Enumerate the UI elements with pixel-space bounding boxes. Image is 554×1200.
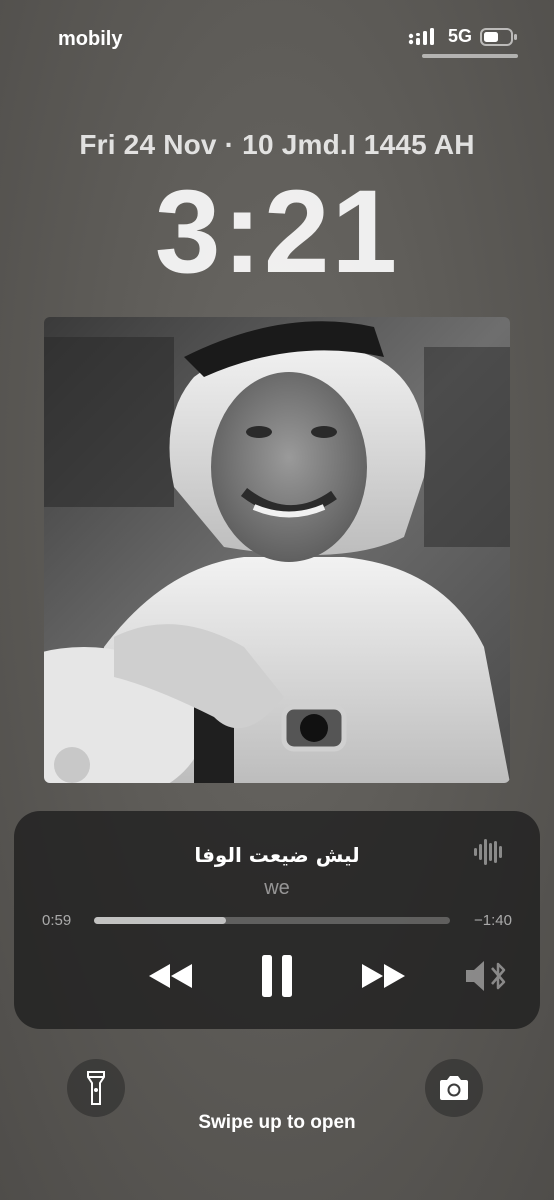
now-playing-widget: ليش ضيعت الوفا we 0:59 −1:40: [14, 811, 540, 1029]
remaining-time: −1:40: [474, 912, 512, 929]
network-type: 5G: [447, 26, 472, 46]
flashlight-button[interactable]: [67, 1059, 125, 1117]
camera-icon: [440, 1076, 468, 1100]
swipe-up-hint: Swipe up to open: [198, 1112, 356, 1133]
album-artwork[interactable]: [44, 317, 510, 783]
song-title: ليش ضيعت الوفا: [194, 843, 360, 867]
battery-icon: [480, 27, 517, 46]
playback-progress: [94, 917, 226, 924]
playback-scrubber[interactable]: [94, 917, 450, 924]
lock-screen-time: 3:21: [154, 166, 400, 298]
pause-button[interactable]: [254, 955, 300, 997]
status-indicators: 5G: [408, 26, 518, 47]
status-bar: mobily 5G: [0, 0, 554, 70]
rewind-button[interactable]: [144, 955, 198, 997]
fast-forward-icon: [362, 964, 405, 988]
speaker-bluetooth-icon: [466, 961, 506, 991]
waveform-icon[interactable]: [474, 839, 506, 865]
forward-button[interactable]: [356, 955, 410, 997]
carrier-name: mobily: [58, 28, 123, 50]
elapsed-time: 0:59: [42, 912, 72, 929]
camera-button[interactable]: [425, 1059, 483, 1117]
pause-icon: [262, 955, 292, 997]
audio-output-button[interactable]: [462, 955, 514, 997]
rewind-icon: [149, 964, 192, 988]
artist-name: we: [264, 877, 290, 899]
control-center-handle[interactable]: [422, 54, 518, 58]
signal-icon: [408, 27, 434, 45]
flashlight-icon: [87, 1071, 105, 1105]
lock-screen-date: Fri 24 Nov · 10 Jmd.I 1445 AH: [79, 129, 475, 160]
